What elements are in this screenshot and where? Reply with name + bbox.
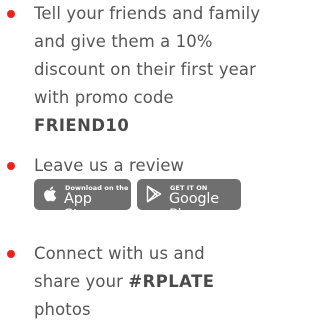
google-play-badge[interactable]: GET IT ON Google Play: [137, 179, 241, 223]
hashtag: #RPLATE: [128, 272, 215, 291]
app-store-badge-label: App Store: [64, 191, 102, 223]
bullet-dot: [7, 250, 15, 258]
google-play-badge-label: Google Play: [169, 191, 219, 223]
bullet-dot: [7, 162, 15, 170]
connect-text-end: photos: [34, 300, 91, 319]
connect-text: Connect with us and share your #RPLATE p…: [34, 240, 229, 324]
bullet-dot: [7, 10, 15, 18]
google-play-icon: [146, 185, 162, 203]
apple-icon: [44, 186, 57, 202]
app-store-badge[interactable]: Download on the App Store: [34, 179, 131, 223]
referral-text: Tell your friends and family and give th…: [34, 0, 269, 140]
review-text: Leave us a review: [34, 156, 185, 175]
promo-code: FRIEND10: [34, 116, 130, 135]
bullet-list: Tell your friends and family and give th…: [0, 0, 269, 325]
referral-text-main: Tell your friends and family and give th…: [34, 4, 261, 107]
